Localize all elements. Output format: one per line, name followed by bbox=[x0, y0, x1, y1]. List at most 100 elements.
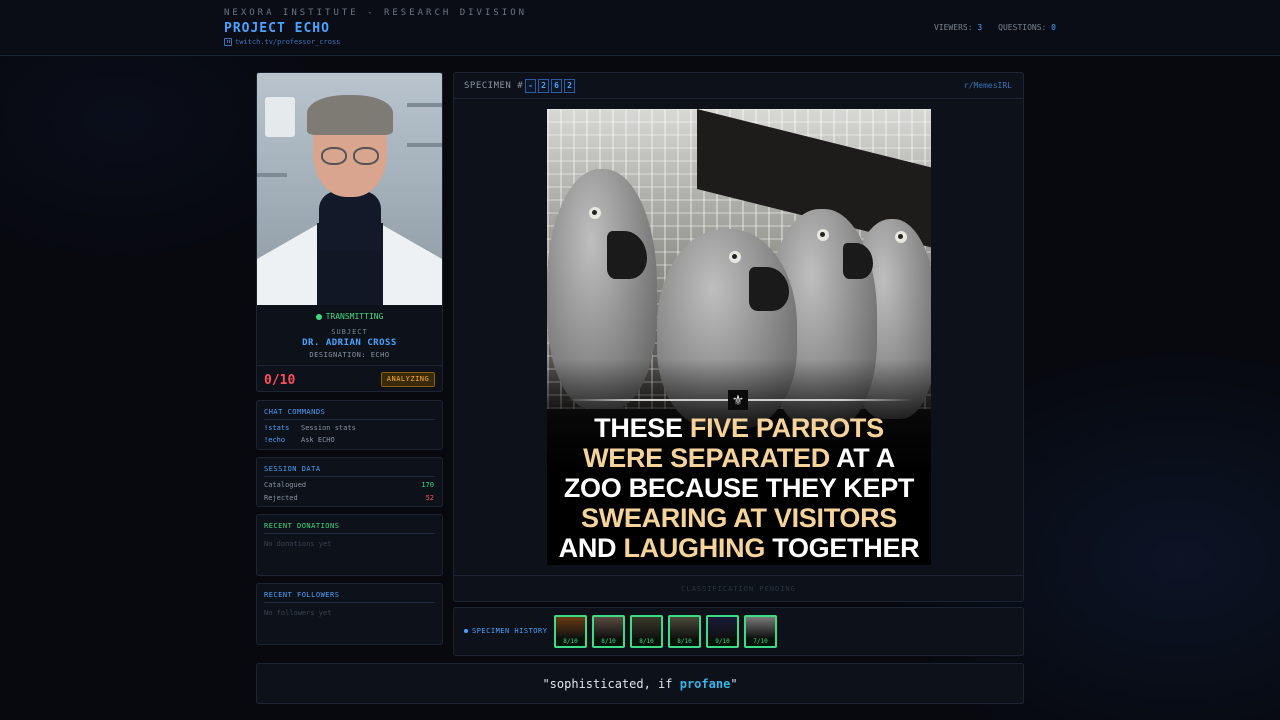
thumbnail-score: 8/10 bbox=[556, 638, 585, 646]
quote-text: " bbox=[730, 677, 738, 691]
twitch-link-text[interactable]: twitch.tv/professor_cross bbox=[235, 38, 340, 46]
lab-shelf bbox=[257, 173, 287, 177]
specimen-digit: 2 bbox=[538, 79, 549, 93]
specimen-number: - 2 6 2 bbox=[525, 79, 575, 93]
echo-quote-panel: "sophisticated, if profane" bbox=[256, 663, 1024, 704]
specimen-footer: CLASSIFICATION PENDING bbox=[454, 575, 1023, 601]
thumbnail-image bbox=[708, 617, 737, 638]
stream-stats: VIEWERS: 3 QUESTIONS: 0 bbox=[934, 23, 1056, 32]
catalogued-row: Catalogued 170 bbox=[264, 481, 434, 489]
catalogued-label: Catalogued bbox=[264, 481, 307, 489]
echo-quote: "sophisticated, if profane" bbox=[257, 677, 1023, 691]
glasses bbox=[317, 147, 383, 167]
questions-stat: QUESTIONS: 0 bbox=[998, 23, 1056, 32]
history-thumbnail[interactable]: 7/10 bbox=[744, 615, 777, 648]
subreddit-link[interactable]: r/MemesIRL bbox=[964, 81, 1012, 90]
thumbnail-score: 8/10 bbox=[670, 638, 699, 646]
caption-text: AND bbox=[558, 533, 624, 563]
command-key: !stats bbox=[264, 424, 290, 432]
panel-title: RECENT FOLLOWERS bbox=[264, 591, 340, 599]
rejected-label: Rejected bbox=[264, 494, 298, 502]
caption-highlight: WERE SEPARATED bbox=[583, 443, 830, 473]
lab-shelf bbox=[407, 103, 442, 107]
top-header: NEXORA INSTITUTE - RESEARCH DIVISION PRO… bbox=[0, 0, 1280, 56]
org-subtitle: NEXORA INSTITUTE - RESEARCH DIVISION bbox=[224, 8, 528, 18]
caption-text: TOGETHER bbox=[765, 533, 920, 563]
portrait-lamp bbox=[265, 97, 295, 137]
classification-status: CLASSIFICATION PENDING bbox=[681, 585, 796, 593]
caption-highlight: SWEARING AT VISITORS bbox=[580, 503, 898, 533]
twitch-icon bbox=[224, 38, 232, 46]
panel-title: RECENT DONATIONS bbox=[264, 522, 340, 530]
command-desc: Ask ECHO bbox=[301, 436, 335, 444]
divider bbox=[264, 533, 435, 534]
caption-text: AT A bbox=[829, 443, 895, 473]
history-thumbnail[interactable]: 8/10 bbox=[592, 615, 625, 648]
history-dot-icon bbox=[464, 629, 468, 633]
subject-designation: DESIGNATION: ECHO bbox=[309, 351, 390, 359]
status-text: TRANSMITTING bbox=[325, 312, 384, 321]
specimen-digit: 6 bbox=[551, 79, 562, 93]
chat-commands-panel: CHAT COMMANDS !stats Session stats !echo… bbox=[256, 400, 443, 450]
meme-image: ⚜ THESE FIVE PARROTS WERE SEPARATED AT A… bbox=[547, 109, 931, 565]
caption-text: THESE bbox=[594, 413, 690, 443]
caption-text: ZOO BECAUSE THEY KEPT bbox=[563, 473, 915, 503]
current-score: 0/10 bbox=[264, 373, 296, 388]
meme-caption: THESE FIVE PARROTS WERE SEPARATED AT A Z… bbox=[547, 413, 931, 563]
specimen-history-bar: SPECIMEN HISTORY 8/10 8/10 8/10 8/10 9/10 7/1… bbox=[453, 607, 1024, 656]
neck bbox=[319, 191, 381, 251]
history-thumbnail[interactable]: 8/10 bbox=[668, 615, 701, 648]
thumbnail-score: 9/10 bbox=[708, 638, 737, 646]
history-label: SPECIMEN HISTORY bbox=[464, 627, 547, 635]
specimen-digit: - bbox=[525, 79, 536, 93]
subject-label: SUBJECT bbox=[331, 328, 368, 336]
emblem-icon: ⚜ bbox=[728, 390, 748, 410]
thumbnail-image bbox=[594, 617, 623, 638]
command-row: !echo Ask ECHO bbox=[264, 436, 434, 444]
quote-text: "sophisticated, if bbox=[542, 677, 680, 691]
thumbnail-score: 8/10 bbox=[632, 638, 661, 646]
twitch-link[interactable]: twitch.tv/professor_cross bbox=[224, 38, 340, 46]
viewers-stat: VIEWERS: 3 bbox=[934, 23, 982, 32]
history-thumbnail[interactable]: 8/10 bbox=[554, 615, 587, 648]
questions-count: 0 bbox=[1051, 23, 1056, 32]
session-data-panel: SESSION DATA Catalogued 170 Rejected 52 bbox=[256, 457, 443, 507]
quote-accent: profane bbox=[679, 677, 731, 691]
recent-followers-panel: RECENT FOLLOWERS No followers yet bbox=[256, 583, 443, 645]
thumbnail-image bbox=[746, 617, 775, 638]
divider bbox=[257, 365, 442, 366]
rejected-count: 52 bbox=[425, 494, 434, 502]
specimen-header: SPECIMEN # - 2 6 2 r/MemesIRL bbox=[454, 73, 1023, 99]
recent-donations-panel: RECENT DONATIONS No donations yet bbox=[256, 514, 443, 576]
lab-shelf bbox=[407, 143, 442, 147]
viewers-count: 3 bbox=[977, 23, 983, 32]
subject-portrait bbox=[257, 73, 442, 305]
history-label-text: SPECIMEN HISTORY bbox=[472, 627, 548, 635]
specimen-viewer: SPECIMEN # - 2 6 2 r/MemesIRL ⚜ THESE FI… bbox=[453, 72, 1024, 602]
questions-label: QUESTIONS: bbox=[998, 23, 1047, 32]
thumbnail-image bbox=[632, 617, 661, 638]
empty-message: No followers yet bbox=[264, 609, 332, 617]
history-thumbnail[interactable]: 8/10 bbox=[630, 615, 663, 648]
history-thumbnail[interactable]: 9/10 bbox=[706, 615, 739, 648]
project-title: PROJECT ECHO bbox=[224, 21, 330, 36]
command-desc: Session stats bbox=[301, 424, 356, 432]
hair bbox=[307, 95, 393, 135]
command-key: !echo bbox=[264, 436, 286, 444]
specimen-digit: 2 bbox=[564, 79, 575, 93]
caption-highlight: FIVE PARROTS bbox=[689, 413, 884, 443]
divider bbox=[264, 419, 435, 420]
panel-title: SESSION DATA bbox=[264, 465, 321, 473]
history-thumbnails: 8/10 8/10 8/10 8/10 9/10 7/10 bbox=[554, 615, 777, 648]
thumbnail-image bbox=[670, 617, 699, 638]
divider bbox=[264, 602, 435, 603]
rejected-row: Rejected 52 bbox=[264, 494, 434, 502]
viewers-label: VIEWERS: bbox=[933, 23, 973, 32]
caption-highlight: LAUGHING bbox=[623, 533, 766, 563]
catalogued-count: 170 bbox=[421, 481, 434, 489]
panel-title: CHAT COMMANDS bbox=[264, 408, 326, 416]
command-row: !stats Session stats bbox=[264, 424, 434, 432]
analyzing-badge: ANALYZING bbox=[381, 372, 435, 387]
thumbnail-score: 8/10 bbox=[594, 638, 623, 646]
empty-message: No donations yet bbox=[264, 540, 332, 548]
